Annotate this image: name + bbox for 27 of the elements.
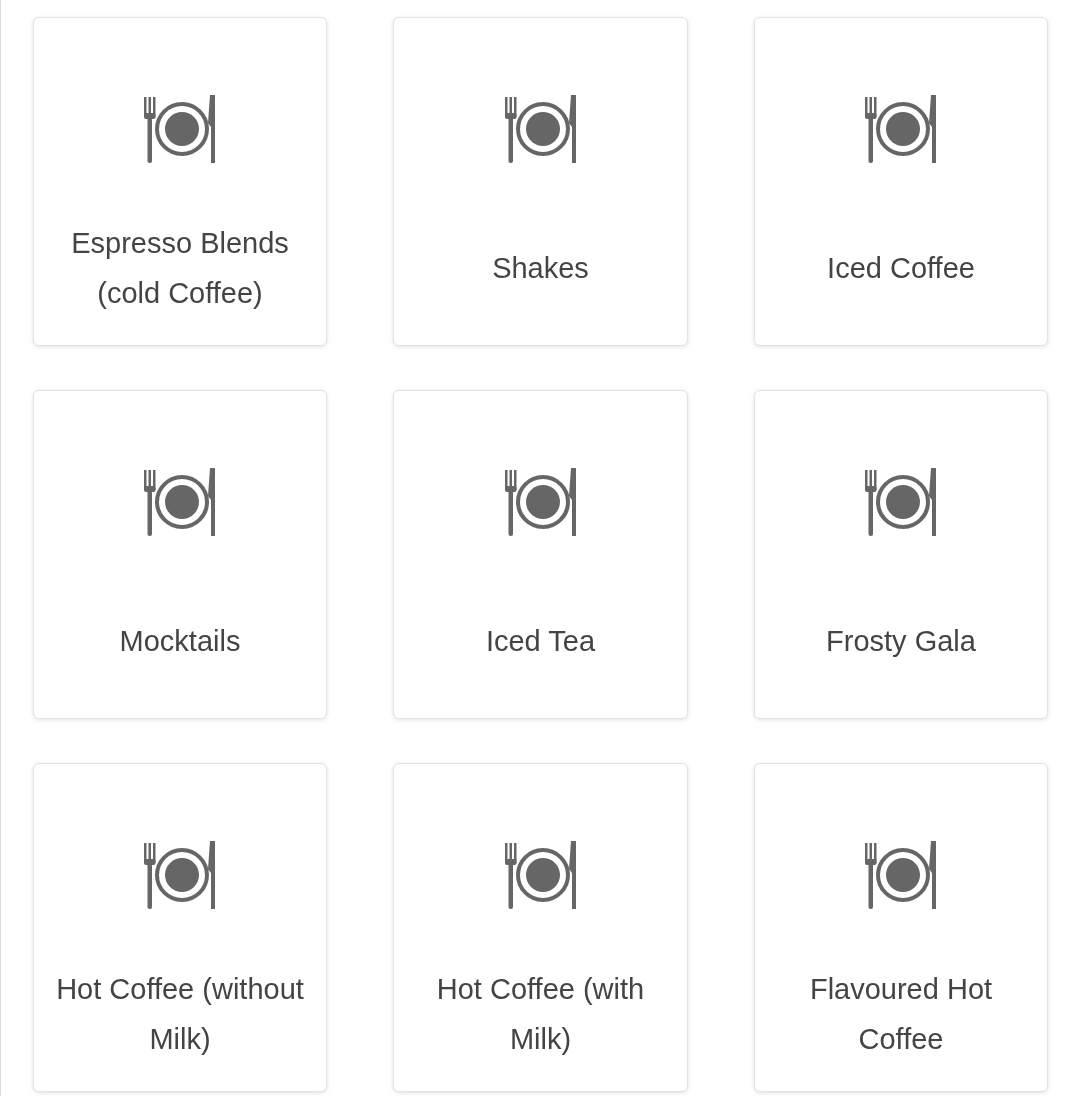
plate-cutlery-icon bbox=[863, 93, 939, 165]
plate-cutlery-icon bbox=[502, 839, 579, 911]
category-card[interactable]: Hot Coffee (without Milk) bbox=[33, 763, 327, 1092]
category-card[interactable]: Iced Coffee bbox=[754, 17, 1048, 346]
category-card[interactable]: Shakes bbox=[393, 17, 688, 346]
category-label: Hot Coffee (without Milk) bbox=[55, 972, 305, 1057]
category-card[interactable]: Frosty Gala bbox=[754, 390, 1048, 719]
plate-cutlery-icon bbox=[142, 93, 218, 165]
category-label: Hot Coffee (with Milk) bbox=[435, 972, 646, 1057]
plate-cutlery-icon bbox=[863, 839, 939, 911]
category-card[interactable]: Mocktails bbox=[33, 390, 327, 719]
category-card[interactable]: Espresso Blends (cold Coffee) bbox=[33, 17, 327, 346]
category-label: Mocktails bbox=[118, 624, 242, 659]
category-label: Iced Tea bbox=[484, 624, 597, 659]
category-label: Iced Coffee bbox=[826, 251, 976, 286]
category-card[interactable]: Flavoured Hot Coffee bbox=[754, 763, 1048, 1092]
plate-cutlery-icon bbox=[863, 466, 939, 538]
plate-cutlery-icon bbox=[502, 466, 579, 538]
plate-cutlery-icon bbox=[142, 839, 218, 911]
category-card[interactable]: Hot Coffee (with Milk) bbox=[393, 763, 688, 1092]
category-label: Frosty Gala bbox=[825, 624, 977, 659]
category-label: Espresso Blends (cold Coffee) bbox=[70, 226, 290, 311]
category-card[interactable]: Iced Tea bbox=[393, 390, 688, 719]
plate-cutlery-icon bbox=[502, 93, 579, 165]
category-label: Shakes bbox=[491, 251, 590, 286]
plate-cutlery-icon bbox=[142, 466, 218, 538]
category-label: Flavoured Hot Coffee bbox=[808, 972, 994, 1057]
